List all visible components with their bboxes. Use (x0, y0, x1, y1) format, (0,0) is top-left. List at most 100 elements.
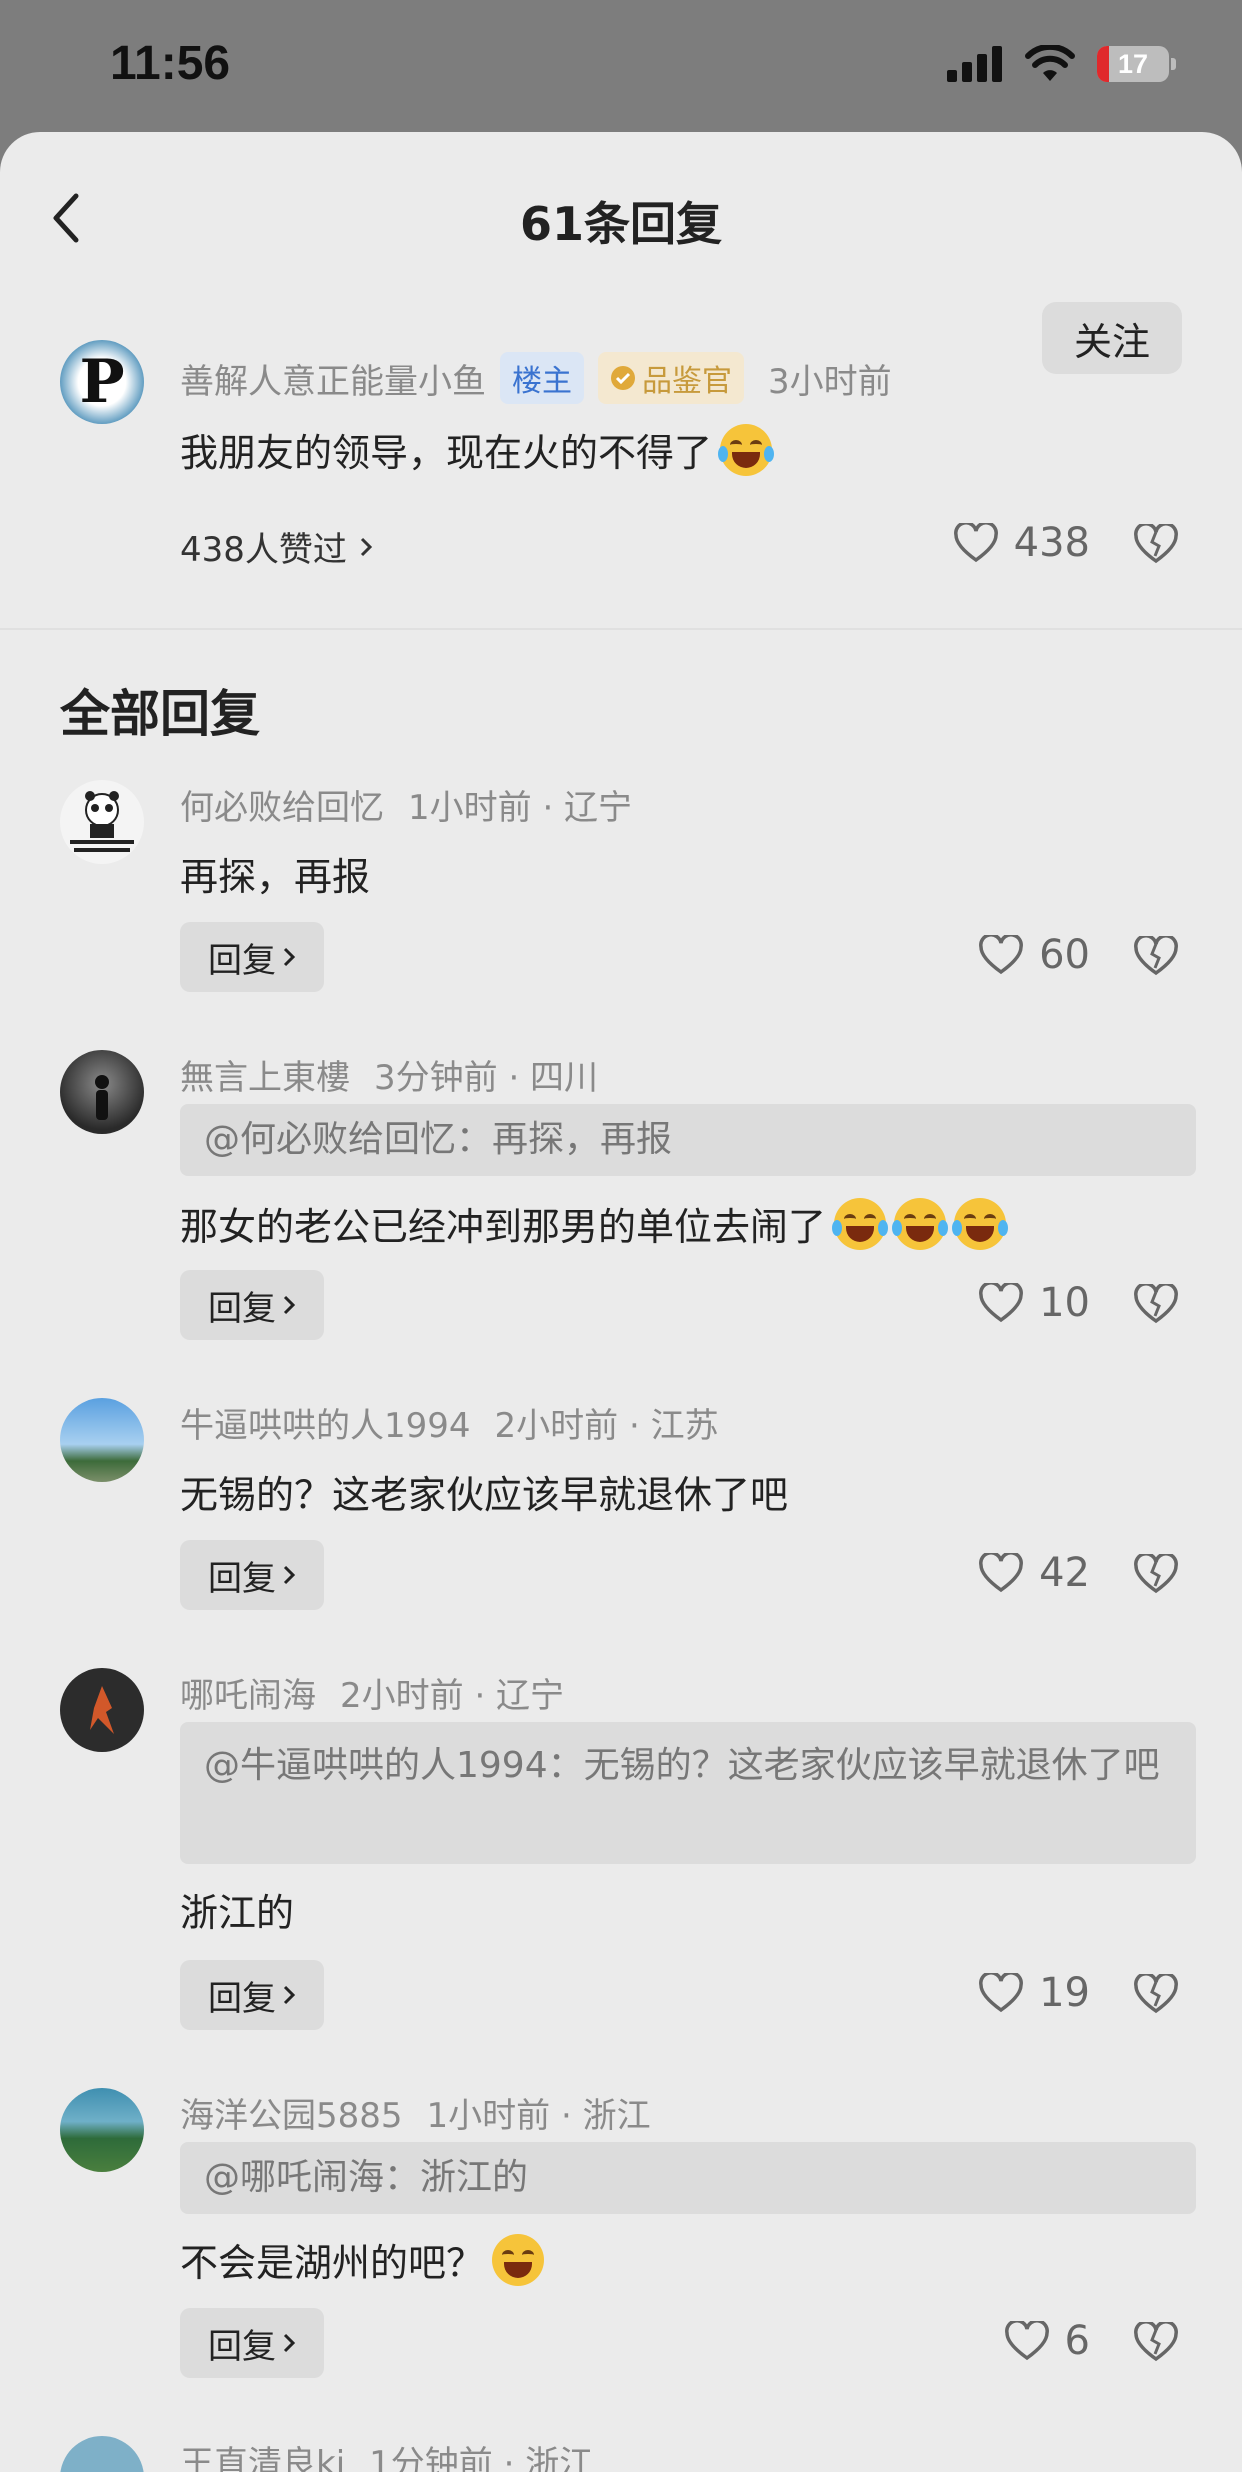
avatar[interactable] (60, 780, 144, 864)
status-time: 11:56 (110, 37, 231, 90)
reply-time-location: 3分钟前 · 四川 (374, 1058, 599, 1098)
dislike-icon[interactable] (1134, 524, 1178, 564)
username[interactable]: 海洋公园5885 (180, 2088, 403, 2137)
chevron-right-icon (283, 1565, 296, 1585)
follow-button[interactable]: 关注 (1042, 302, 1182, 374)
comment-time: 3小时前 (768, 361, 892, 402)
reply-button[interactable]: 回复 (180, 2308, 324, 2378)
likers-text: 438人赞过 (180, 530, 347, 570)
reply-time-location: 1小时前 · 浙江 (426, 2096, 651, 2136)
like-count: 19 (1039, 1970, 1090, 2016)
chevron-right-icon (283, 947, 296, 967)
silhouette-avatar (95, 1075, 109, 1120)
reply-text-content: 那女的老公已经冲到那男的单位去闹了 (180, 1205, 827, 1249)
avatar[interactable] (60, 2088, 144, 2172)
like-count: 60 (1039, 932, 1090, 978)
reply-text: 不会是湖州的吧？ (180, 2232, 545, 2287)
reply-meta: 海洋公园5885 1小时前 · 浙江 (180, 2088, 651, 2137)
main-comment-meta: 善解人意正能量小鱼 楼主 品鉴官 3小时前 (180, 352, 892, 404)
heart-icon (979, 935, 1024, 975)
sheet-header: 61条回复 (0, 132, 1242, 302)
reply-time-location: 2小时前 · 辽宁 (340, 1676, 565, 1716)
like-count: 6 (1064, 2318, 1090, 2364)
laugh-cry-emoji (718, 423, 775, 476)
battery-icon: 17 (1097, 46, 1169, 82)
heart-icon (1004, 2321, 1049, 2361)
heart-icon (979, 1283, 1024, 1323)
avatar[interactable] (60, 1050, 144, 1134)
reply-text: 浙江的 (180, 1891, 295, 1935)
reply-button-label: 回复 (208, 1558, 276, 1599)
reply-meta: 牛逼哄哄的人1994 2小时前 · 江苏 (180, 1398, 719, 1447)
username[interactable]: 牛逼哄哄的人1994 (180, 1398, 471, 1447)
battery-fill (1097, 46, 1110, 82)
chevron-right-icon (283, 1985, 296, 2005)
heart-icon (953, 523, 998, 563)
nezha-avatar (90, 1686, 114, 1734)
reply-button-label: 回复 (208, 2326, 276, 2367)
laugh-cry-emoji (952, 1197, 1009, 1250)
reply-button[interactable]: 回复 (180, 1960, 324, 2030)
like-count: 42 (1039, 1550, 1090, 1596)
username[interactable]: 王直清良ki (180, 2436, 345, 2472)
dislike-icon[interactable] (1134, 1974, 1178, 2014)
dislike-icon[interactable] (1134, 936, 1178, 976)
dislike-icon[interactable] (1134, 1554, 1178, 1594)
page-title: 61条回复 (519, 197, 722, 251)
quoted-reply: @牛逼哄哄的人1994：无锡的？这老家伙应该早就退休了吧 (180, 1722, 1196, 1864)
grin-emoji (492, 2233, 545, 2286)
reply-button-label: 回复 (208, 940, 276, 981)
judge-badge-label: 品鉴官 (642, 364, 732, 399)
panda-meme-avatar (70, 791, 134, 852)
reply-button[interactable]: 回复 (180, 1270, 324, 1340)
replies-sheet: 61条回复 P 善解人意正能量小鱼 楼主 品鉴官 3小时前 关注 我朋友的领导，… (0, 132, 1242, 2472)
like-button[interactable]: 10 (979, 1280, 1090, 1326)
comment-text: 我朋友的领导，现在火的不得了 (180, 431, 713, 475)
battery-level: 17 (1117, 48, 1149, 79)
quoted-reply: @哪吒闹海：浙江的 (180, 2142, 1196, 2214)
chevron-right-icon (360, 537, 373, 556)
reply-button[interactable]: 回复 (180, 922, 324, 992)
username[interactable]: 善解人意正能量小鱼 (180, 354, 486, 403)
chevron-right-icon (283, 2333, 296, 2353)
svg-text:P: P (79, 347, 124, 417)
reply-text: 那女的老公已经冲到那男的单位去闹了 (180, 1196, 1009, 1251)
avatar[interactable]: P (60, 340, 144, 424)
avatar[interactable] (60, 1668, 144, 1752)
main-comment-text: 我朋友的领导，现在火的不得了 (180, 422, 775, 477)
like-button[interactable]: 438 (953, 520, 1090, 566)
username[interactable]: 無言上東樓 (180, 1050, 350, 1099)
laugh-cry-emoji (832, 1197, 889, 1250)
username[interactable]: 何必败给回忆 (180, 780, 384, 829)
battery-tip (1171, 58, 1176, 70)
reply-time-location: 1小时前 · 辽宁 (408, 788, 633, 828)
like-button[interactable]: 6 (1004, 2318, 1090, 2364)
reply-meta: 哪吒闹海 2小时前 · 辽宁 (180, 1668, 564, 1717)
heart-icon (979, 1973, 1024, 2013)
heart-icon (979, 1553, 1024, 1593)
likers-link[interactable]: 438人赞过 (180, 522, 373, 571)
wifi-icon (1025, 45, 1075, 81)
reply-button-label: 回复 (208, 1288, 276, 1329)
username[interactable]: 哪吒闹海 (180, 1668, 316, 1717)
chevron-right-icon (283, 1295, 296, 1315)
reply-button[interactable]: 回复 (180, 1540, 324, 1610)
reply-meta: 何必败给回忆 1小时前 · 辽宁 (180, 780, 632, 829)
like-button[interactable]: 42 (979, 1550, 1090, 1596)
reply-time-location: 1分钟前 · 浙江 (369, 2444, 594, 2472)
section-title: 全部回复 (60, 685, 260, 743)
divider (0, 628, 1242, 630)
reply-meta: 無言上東樓 3分钟前 · 四川 (180, 1050, 598, 1099)
badge-icon (611, 366, 635, 390)
dislike-icon[interactable] (1134, 2322, 1178, 2362)
avatar-p-logo: P (79, 347, 124, 417)
status-icons: 17 (947, 44, 1176, 84)
judge-badge: 品鉴官 (598, 352, 744, 404)
dislike-icon[interactable] (1134, 1284, 1178, 1324)
like-button[interactable]: 60 (979, 932, 1090, 978)
avatar[interactable] (60, 1398, 144, 1482)
like-button[interactable]: 19 (979, 1970, 1090, 2016)
like-count: 438 (1013, 520, 1090, 566)
reply-text-content: 不会是湖州的吧？ (180, 2241, 485, 2285)
avatar[interactable] (60, 2436, 144, 2472)
